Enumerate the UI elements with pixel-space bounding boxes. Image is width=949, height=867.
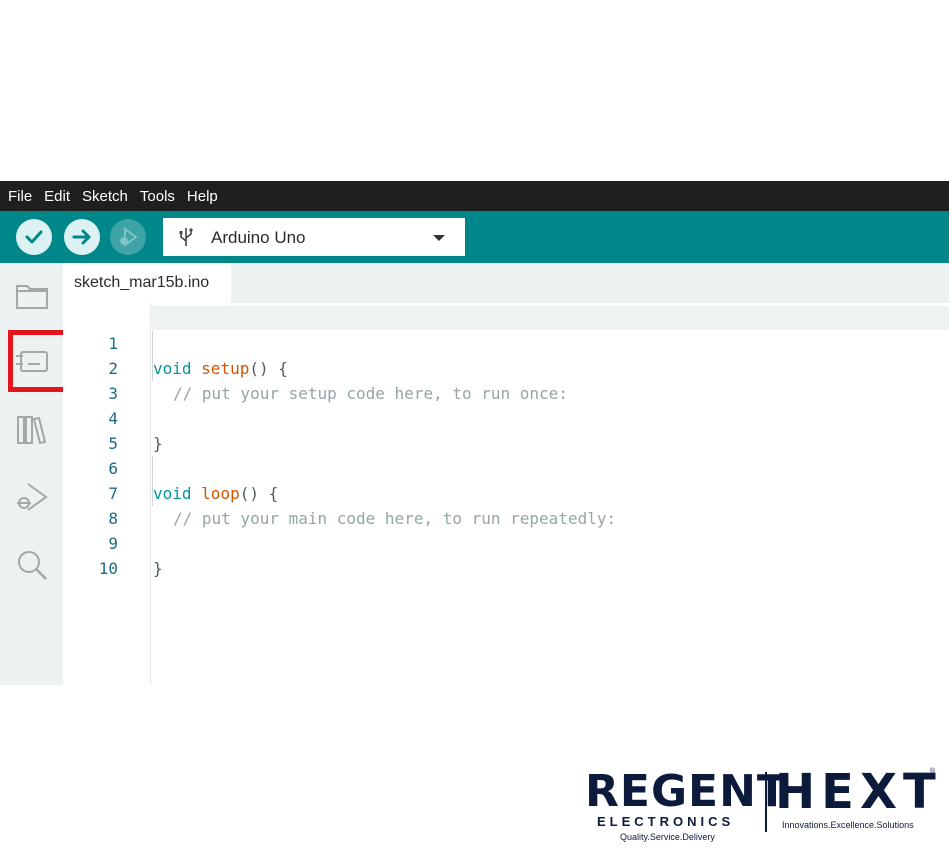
logo-regent-text: REGENT: [585, 766, 788, 817]
code-line: 4 }: [63, 381, 949, 453]
code-line: 8: [63, 481, 949, 528]
tab-sketch[interactable]: sketch_mar15b.ino: [63, 263, 231, 303]
code-line: 2 // put your setup code here, to run on…: [63, 331, 949, 403]
logo-regent-tagline: Quality.Service.Delivery: [620, 832, 715, 842]
arduino-ide-window: File Edit Sketch Tools Help Arduino Uno …: [0, 181, 949, 685]
arrow-right-icon: [72, 229, 91, 245]
code-editor[interactable]: sketch_mar15b.ino 1 void setup() { 2 // …: [63, 263, 949, 685]
code-text: }: [153, 559, 163, 578]
menu-tools[interactable]: Tools: [140, 188, 175, 205]
sidebar: [0, 263, 63, 685]
code-line: 6 void loop() {: [63, 431, 949, 503]
board-selector[interactable]: Arduino Uno: [163, 218, 465, 256]
menu-bar: File Edit Sketch Tools Help: [0, 181, 949, 211]
code-line: 5: [63, 406, 949, 453]
indent-guide: [152, 331, 153, 381]
code-line: 7 // put your main code here, to run rep…: [63, 456, 949, 528]
menu-help[interactable]: Help: [187, 188, 218, 205]
upload-button[interactable]: [64, 219, 100, 255]
debugger-icon: [120, 227, 138, 247]
folder-icon[interactable]: [14, 277, 50, 313]
logo-electronics-text: ELECTRONICS: [597, 814, 735, 829]
code-line: 9 }: [63, 506, 949, 578]
chevron-down-icon: [433, 235, 445, 241]
check-icon: [25, 230, 43, 244]
search-icon[interactable]: [14, 547, 50, 583]
logo-hext-tagline: Innovations.Excellence.Solutions: [782, 820, 914, 830]
board-name: Arduino Uno: [211, 228, 306, 247]
indent-guide: [152, 456, 153, 506]
code-line: 10: [63, 531, 949, 578]
menu-edit[interactable]: Edit: [44, 188, 70, 205]
debug-icon[interactable]: [14, 479, 50, 515]
menu-file[interactable]: File: [8, 188, 32, 205]
code-line: 3: [63, 356, 949, 403]
company-logo: REGENT ELECTRONICS Quality.Service.Deliv…: [585, 766, 936, 848]
debug-button[interactable]: [110, 219, 146, 255]
registered-mark: ®: [930, 768, 936, 775]
library-manager-icon[interactable]: [14, 411, 50, 447]
line-number: 10: [98, 559, 118, 578]
verify-button[interactable]: [16, 219, 52, 255]
usb-icon: [179, 228, 193, 246]
logo-hext-text: HEXT: [775, 764, 942, 820]
code-line: 1 void setup() {: [63, 306, 949, 378]
menu-sketch[interactable]: Sketch: [82, 188, 128, 205]
tab-bar: sketch_mar15b.ino: [63, 263, 949, 303]
toolbar: Arduino Uno: [0, 211, 949, 263]
logo-divider: [765, 772, 767, 832]
